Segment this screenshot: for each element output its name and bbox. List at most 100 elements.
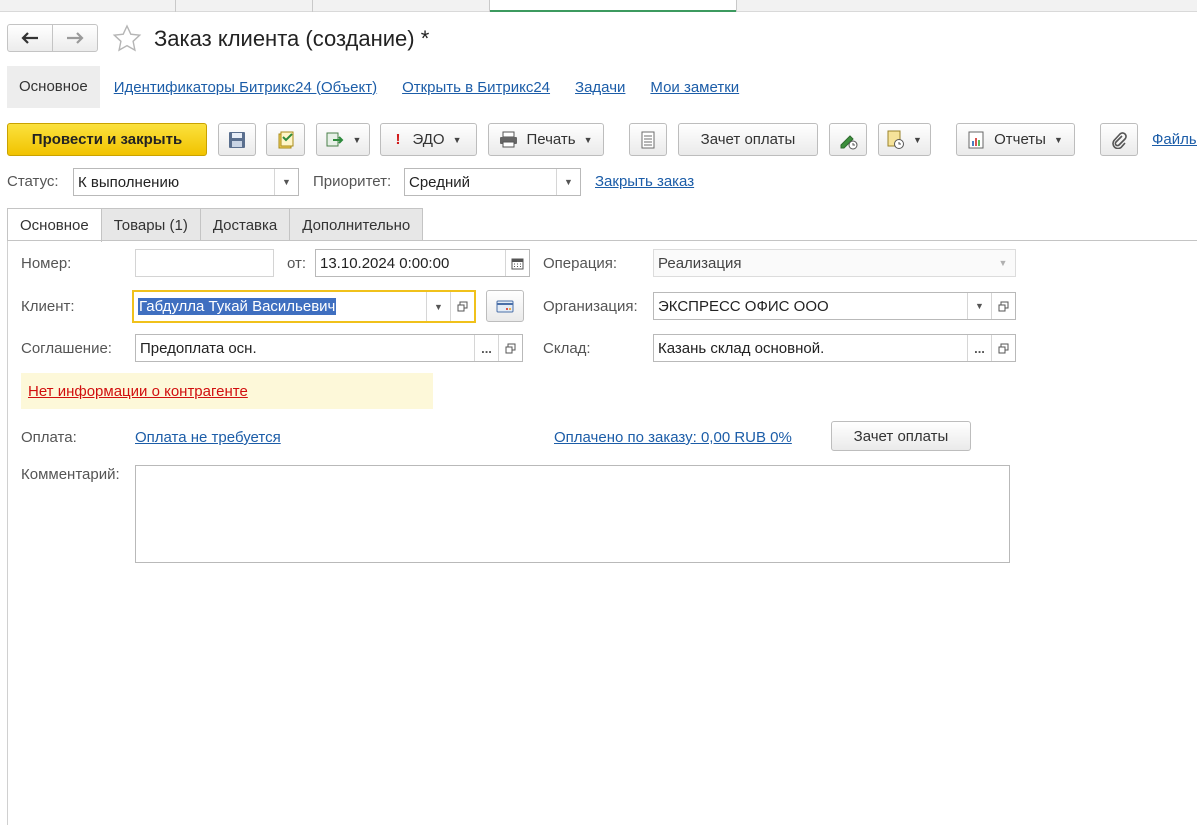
reports-label: Отчеты: [994, 131, 1046, 148]
number-label: Номер:: [21, 255, 72, 272]
panel-border: [7, 241, 8, 825]
agreement-input[interactable]: Предоплата осн. ...: [135, 334, 523, 362]
related-documents-button[interactable]: ▼: [878, 123, 931, 156]
create-based-on-button[interactable]: ▼: [316, 123, 370, 156]
calendar-button[interactable]: [505, 250, 529, 276]
tab-goods[interactable]: Товары (1): [100, 208, 201, 241]
open-organization-button[interactable]: [991, 293, 1015, 319]
no-counterparty-info-link[interactable]: Нет информации о контрагенте: [28, 383, 248, 400]
tab-divider: [7, 240, 1197, 241]
comment-textarea[interactable]: [135, 465, 1010, 563]
edo-button[interactable]: ! ЭДО ▼: [380, 123, 477, 156]
pagelink-bitrix-ids[interactable]: Идентификаторы Битрикс24 (Объект): [114, 79, 377, 96]
payment-offset-button[interactable]: Зачет оплаты: [678, 123, 818, 156]
warehouse-value: Казань склад основной.: [658, 339, 825, 357]
tab-main[interactable]: Основное: [7, 208, 102, 242]
warehouse-label: Склад:: [543, 340, 591, 357]
edit-history-button[interactable]: [829, 123, 867, 156]
open-warehouse-button[interactable]: [991, 335, 1015, 361]
operation-label: Операция:: [543, 255, 618, 272]
warning-panel: Нет информации о контрагенте: [21, 373, 433, 409]
organization-value: ЭКСПРЕСС ОФИС ООО: [658, 297, 829, 315]
warehouse-input[interactable]: Казань склад основной. ...: [653, 334, 1016, 362]
tab-separator: [175, 0, 176, 12]
tab-delivery[interactable]: Доставка: [199, 208, 291, 241]
priority-select[interactable]: Средний ▼: [404, 168, 581, 196]
chevron-down-icon: ▼: [352, 134, 362, 145]
report-icon: [968, 131, 984, 148]
agreement-label: Соглашение:: [21, 340, 112, 357]
status-value: К выполнению: [78, 173, 180, 191]
payment-offset-small-button[interactable]: Зачет оплаты: [831, 421, 971, 451]
chevron-down-icon[interactable]: ▼: [274, 169, 298, 195]
payment-not-required-link[interactable]: Оплата не требуется: [135, 429, 281, 446]
open-window-icon: [998, 301, 1009, 311]
save-button[interactable]: [218, 123, 256, 156]
arrow-left-icon: [21, 32, 38, 44]
chevron-down-icon[interactable]: ▼: [991, 250, 1015, 276]
pencil-clock-icon: [840, 134, 858, 149]
open-window-icon: [457, 301, 468, 312]
print-label: Печать: [526, 131, 576, 148]
pagelink-tasks[interactable]: Задачи: [575, 79, 625, 96]
chevron-down-icon[interactable]: ▼: [426, 292, 450, 321]
comment-label: Комментарий:: [21, 466, 120, 483]
window-tab-strip: [0, 0, 1197, 12]
paid-by-order-link[interactable]: Оплачено по заказу: 0,00 RUB 0%: [554, 429, 792, 446]
date-value: 13.10.2024 0:00:00: [320, 254, 450, 272]
organization-input[interactable]: ЭКСПРЕСС ОФИС ООО ▼: [653, 292, 1016, 320]
organization-label: Организация:: [543, 298, 638, 315]
open-window-icon: [998, 343, 1009, 353]
paperclip-icon: [1112, 131, 1127, 149]
edo-label: ЭДО: [412, 131, 445, 148]
post-and-close-button[interactable]: Провести и закрыть: [7, 123, 207, 156]
client-card-button[interactable]: [486, 290, 524, 322]
ellipsis-icon[interactable]: ...: [474, 335, 498, 361]
reports-button[interactable]: Отчеты ▼: [956, 123, 1075, 156]
priority-value: Средний: [409, 173, 470, 191]
pagelink-open-bitrix[interactable]: Открыть в Битрикс24: [402, 79, 550, 96]
print-button[interactable]: Печать ▼: [488, 123, 604, 156]
tab-additional[interactable]: Дополнительно: [289, 208, 424, 241]
close-order-link[interactable]: Закрыть заказ: [595, 173, 694, 190]
back-button[interactable]: [7, 24, 53, 52]
star-icon[interactable]: [112, 24, 142, 52]
floppy-disk-icon: [229, 131, 245, 148]
page-title: Заказ клиента (создание) *: [154, 26, 430, 51]
post-button[interactable]: [266, 123, 305, 156]
priority-label: Приоритет:: [313, 173, 392, 190]
attach-button[interactable]: [1100, 123, 1138, 156]
structure-button[interactable]: [629, 123, 667, 156]
open-agreement-button[interactable]: [498, 335, 522, 361]
open-window-icon: [505, 343, 516, 353]
chevron-down-icon: ▼: [913, 134, 922, 145]
window-tab-active[interactable]: [489, 0, 737, 12]
document-clock-icon: [887, 130, 905, 149]
payment-label: Оплата:: [21, 429, 77, 446]
printer-icon: [500, 131, 518, 148]
form-tabs: Основное Товары (1) Доставка Дополнитель…: [7, 208, 424, 242]
forward-button[interactable]: [52, 24, 98, 52]
ellipsis-icon[interactable]: ...: [967, 335, 991, 361]
chevron-down-icon: ▼: [1053, 134, 1063, 145]
operation-select[interactable]: Реализация ▼: [653, 249, 1016, 277]
page-links: Основное Идентификаторы Битрикс24 (Объек…: [7, 66, 750, 108]
date-input[interactable]: 13.10.2024 0:00:00: [315, 249, 530, 277]
pagelink-notes[interactable]: Мои заметки: [650, 79, 739, 96]
operation-value: Реализация: [658, 254, 742, 272]
agreement-value: Предоплата осн.: [140, 339, 257, 357]
open-client-button[interactable]: [450, 292, 474, 321]
client-input[interactable]: Габдулла Тукай Васильевич ▼: [132, 290, 476, 323]
calendar-icon: [511, 258, 524, 269]
files-link[interactable]: Файлы: [1152, 131, 1197, 148]
chevron-down-icon[interactable]: ▼: [967, 293, 991, 319]
status-select[interactable]: К выполнению ▼: [73, 168, 299, 196]
chevron-down-icon: ▼: [452, 134, 462, 145]
client-value: Габдулла Тукай Васильевич: [138, 298, 337, 315]
pagelink-main[interactable]: Основное: [7, 66, 100, 108]
number-input[interactable]: [135, 249, 274, 277]
chevron-down-icon[interactable]: ▼: [556, 169, 580, 195]
status-label: Статус:: [7, 173, 59, 190]
date-label: от:: [287, 255, 307, 272]
chevron-down-icon: ▼: [583, 134, 593, 145]
